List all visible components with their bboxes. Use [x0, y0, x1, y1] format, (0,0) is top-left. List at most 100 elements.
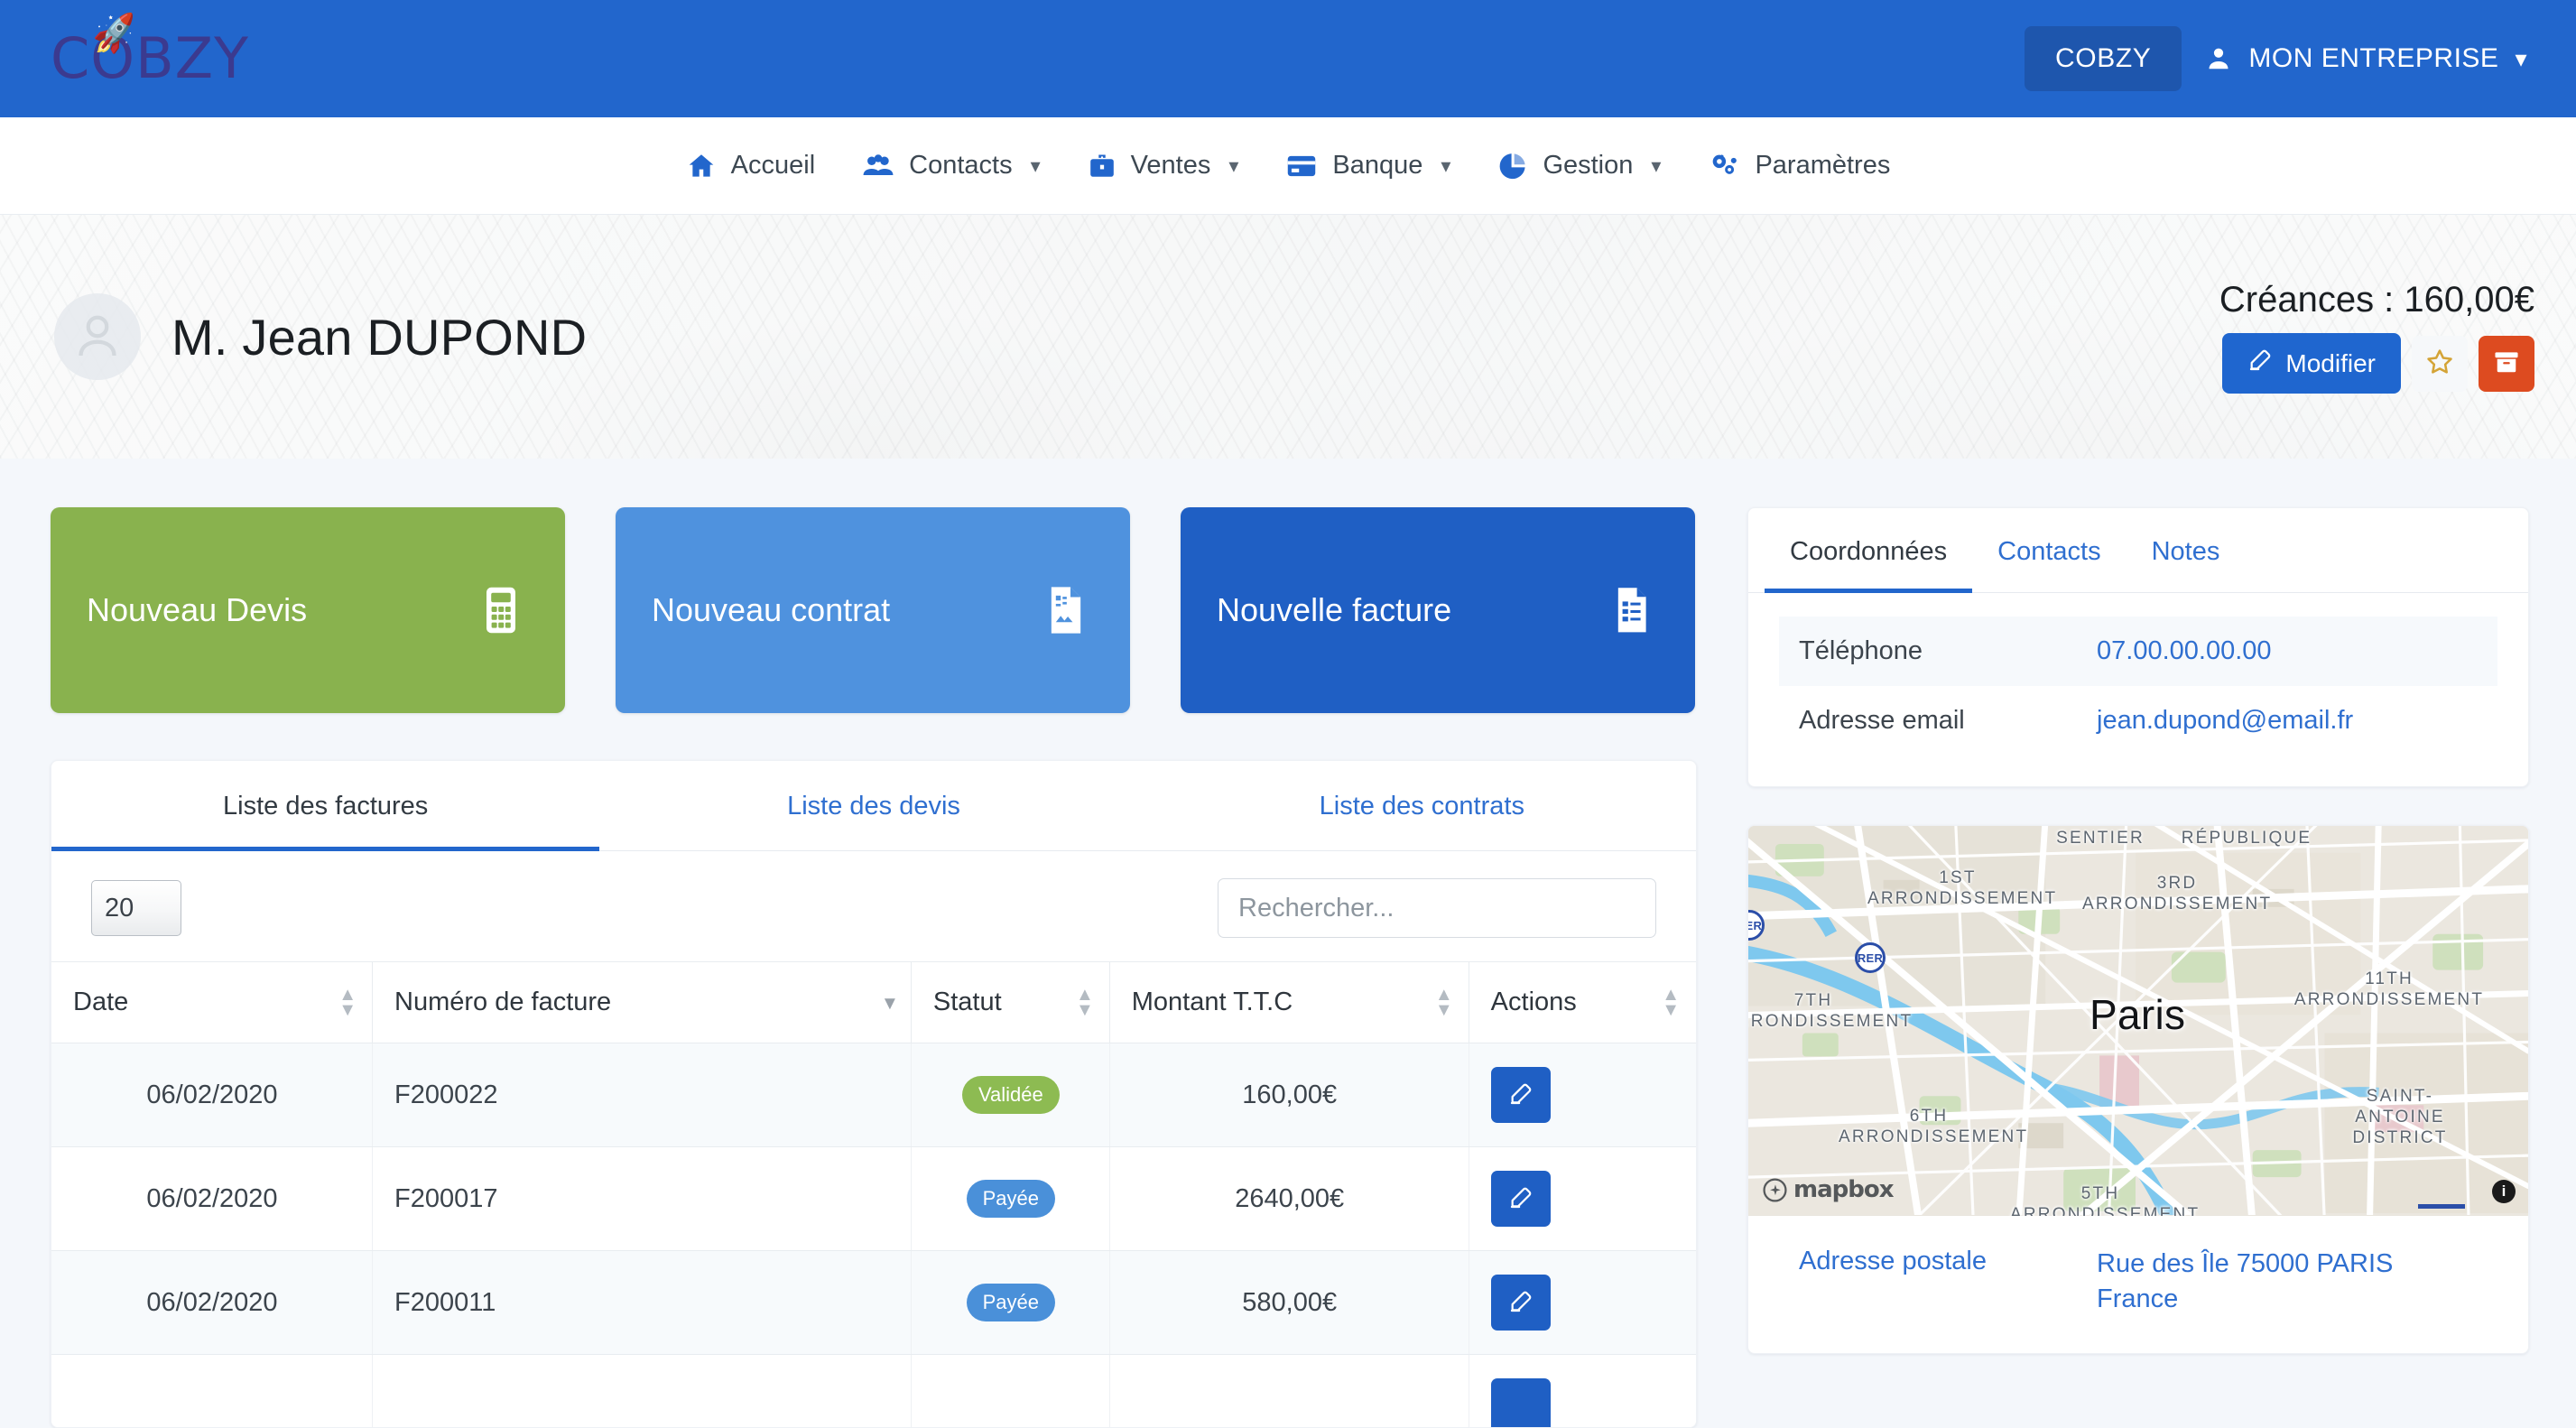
table-body: 06/02/2020 F200022 Validée 160,00€ — [51, 1043, 1696, 1428]
tab-liste-des-devis[interactable]: Liste des devis — [599, 761, 1147, 851]
avatar — [54, 293, 141, 380]
gears-icon — [1708, 151, 1740, 181]
page-length-input[interactable] — [91, 880, 181, 936]
cell-actions — [1469, 1355, 1696, 1428]
edit-icon — [1508, 1081, 1534, 1109]
column-header-date[interactable]: Date ▲▼ — [51, 962, 373, 1043]
cell-montant — [1110, 1355, 1469, 1428]
briefcase-icon — [1088, 151, 1117, 181]
nav-item-ventes[interactable]: Ventes ▾ — [1064, 151, 1263, 181]
nouveau-contrat-card[interactable]: Nouveau contrat — [616, 507, 1130, 713]
row-edit-button[interactable] — [1491, 1067, 1551, 1123]
nav-item-parametres[interactable]: Paramètres — [1684, 151, 1913, 181]
main-navigation: Accueil Contacts ▾ Ventes ▾ — [0, 117, 2576, 215]
cell-date: 06/02/2020 — [51, 1147, 373, 1251]
card-icon — [1285, 152, 1318, 181]
piechart-icon — [1497, 151, 1528, 181]
field-email: Adresse email jean.dupond@email.fr — [1779, 686, 2497, 756]
cell-statut: Payée — [912, 1147, 1110, 1251]
cell-numero: F200022 — [373, 1043, 912, 1147]
map-scale-bar — [2418, 1204, 2465, 1209]
edit-icon — [1508, 1289, 1534, 1317]
cell-montant: 580,00€ — [1110, 1251, 1469, 1355]
field-label: Adresse email — [1799, 706, 2097, 736]
chevron-down-icon: ▾ — [1651, 154, 1661, 178]
address-value: Rue des Île 75000 PARIS France — [2097, 1247, 2478, 1317]
cell-numero: F200011 — [373, 1251, 912, 1355]
cell-numero — [373, 1355, 912, 1428]
user-account-menu[interactable]: MON ENTREPRISE ▾ — [2205, 43, 2544, 74]
cell-actions — [1469, 1147, 1696, 1251]
nouveau-devis-card[interactable]: Nouveau Devis — [51, 507, 565, 713]
nav-item-accueil[interactable]: Accueil — [663, 151, 839, 181]
nav-label: Gestion — [1543, 151, 1633, 181]
nouvelle-facture-card[interactable]: Nouvelle facture — [1181, 507, 1695, 713]
column-header-statut[interactable]: Statut ▲▼ — [912, 962, 1110, 1043]
mapbox-icon — [1763, 1178, 1787, 1202]
mapbox-label: mapbox — [1793, 1176, 1894, 1203]
column-header-montant[interactable]: Montant T.T.C ▲▼ — [1110, 962, 1469, 1043]
tab-notes[interactable]: Notes — [2127, 508, 2246, 593]
edit-icon — [2247, 348, 2273, 379]
cell-date: 06/02/2020 — [51, 1043, 373, 1147]
chevron-down-icon: ▾ — [1031, 154, 1041, 178]
map-graphic — [1748, 826, 2528, 1215]
nav-label: Accueil — [731, 151, 816, 181]
map-container[interactable]: 1ST ARRONDISSEMENT 3RD ARRONDISSEMENT 11… — [1748, 826, 2528, 1216]
contact-info-panel: Coordonnées Contacts Notes Téléphone 07.… — [1747, 507, 2529, 787]
archive-button[interactable] — [2479, 336, 2534, 392]
status-badge: Payée — [967, 1180, 1055, 1218]
map-info-icon[interactable]: i — [2492, 1180, 2516, 1203]
cell-date — [51, 1355, 373, 1428]
column-label: Numéro de facture — [394, 988, 611, 1016]
field-value[interactable]: 07.00.00.00.00 — [2097, 636, 2272, 666]
creances-amount: Créances : 160,00€ — [2219, 280, 2534, 320]
column-label: Actions — [1491, 988, 1577, 1016]
nav-item-contacts[interactable]: Contacts ▾ — [839, 151, 1064, 181]
mapbox-attribution[interactable]: mapbox — [1763, 1176, 1894, 1203]
cell-montant: 160,00€ — [1110, 1043, 1469, 1147]
brand-logo-text: COBZY — [51, 25, 249, 91]
nav-label: Ventes — [1131, 151, 1211, 181]
info-tabs: Coordonnées Contacts Notes — [1748, 508, 2528, 593]
sort-icon: ▲▼ — [1662, 988, 1680, 1018]
table-row[interactable] — [51, 1355, 1696, 1428]
company-chip-button[interactable]: COBZY — [2025, 26, 2182, 91]
favorite-button[interactable] — [2412, 336, 2468, 392]
row-edit-button[interactable] — [1491, 1275, 1551, 1331]
nav-item-gestion[interactable]: Gestion ▾ — [1474, 151, 1684, 181]
client-hero-banner: M. Jean DUPOND Créances : 160,00€ Modifi… — [0, 215, 2576, 459]
tab-liste-des-contrats[interactable]: Liste des contrats — [1148, 761, 1696, 851]
address-line-3: France — [2097, 1284, 2178, 1313]
calculator-icon — [478, 585, 524, 635]
column-header-numero[interactable]: Numéro de facture ▾ — [373, 962, 912, 1043]
column-header-actions[interactable]: Actions ▲▼ — [1469, 962, 1696, 1043]
cell-date: 06/02/2020 — [51, 1251, 373, 1355]
address-label: Adresse postale — [1799, 1247, 2097, 1317]
chevron-down-icon: ▾ — [1228, 154, 1238, 178]
chevron-down-icon: ▾ — [1441, 154, 1450, 178]
table-row[interactable]: 06/02/2020 F200022 Validée 160,00€ — [51, 1043, 1696, 1147]
table-row[interactable]: 06/02/2020 F200011 Payée 580,00€ — [51, 1251, 1696, 1355]
quick-action-cards: Nouveau Devis — [51, 507, 1697, 713]
documents-table-panel: Liste des factures Liste des devis Liste… — [51, 760, 1697, 1428]
field-value[interactable]: jean.dupond@email.fr — [2097, 706, 2353, 736]
page-body: Nouveau Devis — [0, 459, 2576, 1363]
row-edit-button[interactable] — [1491, 1171, 1551, 1227]
file-contract-icon — [1043, 584, 1089, 636]
top-header-bar: COBZY 🚀 COBZY MON ENTREPRISE ▾ — [0, 0, 2576, 117]
address-line-1: Rue des Île — [2097, 1249, 2229, 1278]
user-account-label: MON ENTREPRISE — [2248, 43, 2498, 74]
column-label: Date — [73, 988, 128, 1016]
nav-item-banque[interactable]: Banque ▾ — [1262, 151, 1474, 181]
search-input[interactable] — [1218, 878, 1656, 938]
tab-contacts[interactable]: Contacts — [1972, 508, 2126, 593]
modifier-button[interactable]: Modifier — [2222, 333, 2401, 394]
table-row[interactable]: 06/02/2020 F200017 Payée 2640,00€ — [51, 1147, 1696, 1251]
tab-liste-des-factures[interactable]: Liste des factures — [51, 761, 599, 851]
cell-actions — [1469, 1043, 1696, 1147]
brand-logo[interactable]: COBZY 🚀 — [51, 31, 249, 87]
table-tabs: Liste des factures Liste des devis Liste… — [51, 761, 1696, 851]
row-edit-button[interactable] — [1491, 1378, 1551, 1428]
tab-coordonnees[interactable]: Coordonnées — [1765, 508, 1972, 593]
